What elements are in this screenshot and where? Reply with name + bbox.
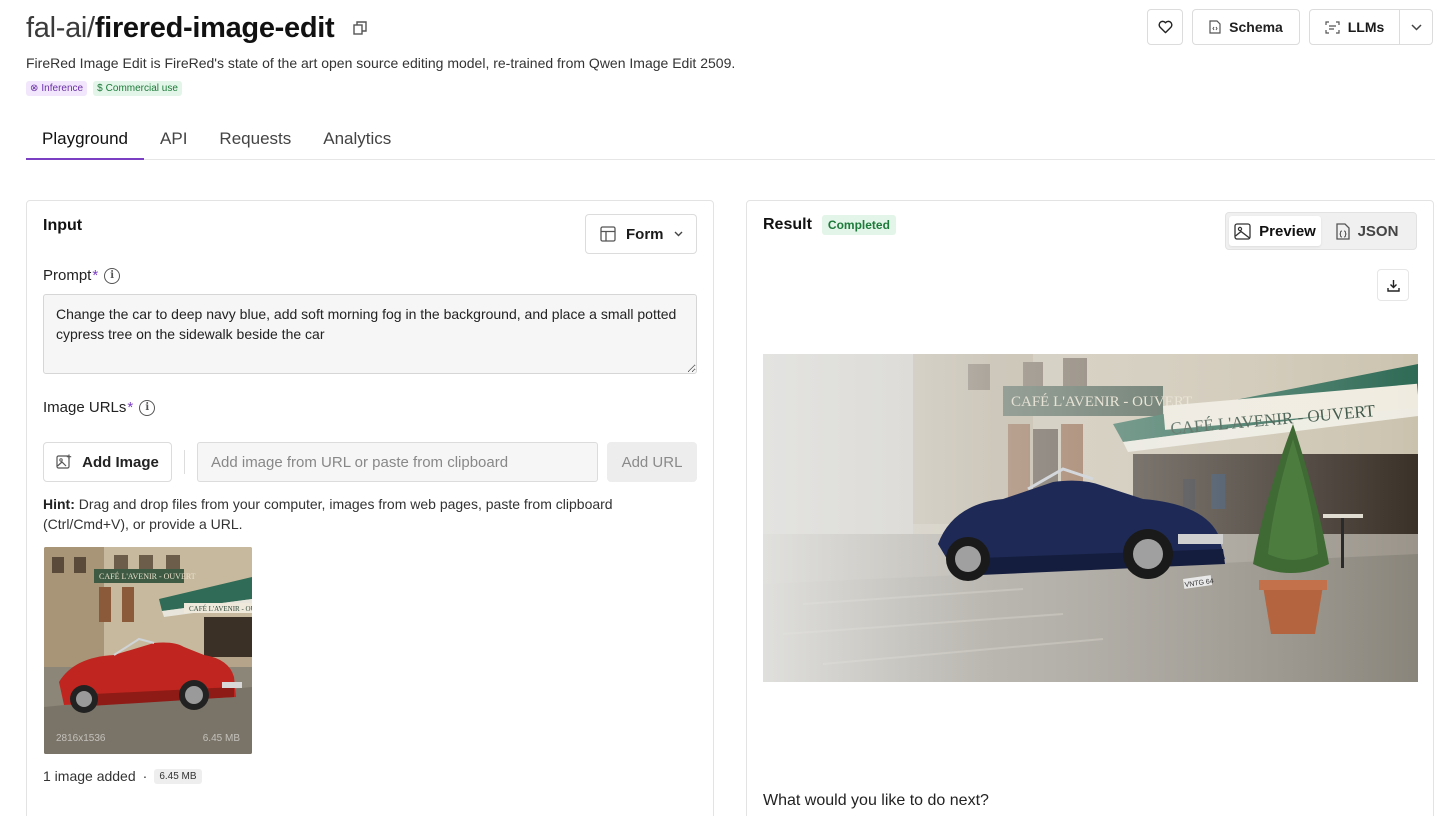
preview-tab[interactable]: Preview: [1229, 216, 1321, 246]
status-badge: Completed: [821, 215, 896, 235]
dollar-icon: $: [97, 83, 103, 94]
thumbnail-dimensions: 2816x1536: [56, 733, 106, 744]
images-added-summary: 1 image added · 6.45 MB: [43, 768, 202, 784]
model-name: firered-image-edit: [94, 11, 335, 44]
file-code-icon: [1209, 20, 1221, 34]
download-button[interactable]: [1377, 269, 1409, 301]
result-title: Result: [763, 216, 812, 233]
awning-sign: CAFÉ L'AVENIR - OUVERT: [189, 605, 252, 613]
chevron-down-icon: [674, 231, 682, 237]
chevron-down-icon: [1410, 23, 1422, 31]
inference-badge: ⊗ Inference: [26, 81, 88, 96]
prompt-label: Prompt * i: [43, 267, 121, 284]
input-panel: Input Form Prompt * i Change the car to d…: [26, 200, 714, 816]
image-icon: [1234, 222, 1251, 240]
result-panel: Result Completed Preview JSON VNTG 64 Wh…: [746, 200, 1434, 816]
tab-api[interactable]: API: [144, 119, 203, 160]
download-icon: [1386, 279, 1400, 292]
llms-button-group: LLMs: [1309, 9, 1433, 45]
llms-dropdown-button[interactable]: [1400, 10, 1432, 44]
heart-icon: [1158, 20, 1172, 34]
schema-button[interactable]: Schema: [1192, 9, 1300, 45]
favorite-button[interactable]: [1147, 9, 1183, 45]
tab-requests[interactable]: Requests: [203, 119, 307, 160]
separator-dot: ·: [142, 768, 148, 784]
total-size-badge: 6.45 MB: [154, 768, 202, 784]
llms-button[interactable]: LLMs: [1310, 10, 1400, 44]
result-view-toggle: Preview JSON: [1225, 212, 1417, 250]
next-action-prompt: What would you like to do next?: [763, 792, 989, 809]
tab-playground[interactable]: Playground: [26, 119, 145, 160]
image-urls-label: Image URLs * i: [43, 399, 156, 416]
info-icon[interactable]: i: [139, 399, 156, 416]
image-plus-icon: [56, 454, 72, 469]
scan-text-icon: [1325, 20, 1340, 34]
commercial-use-badge: $ Commercial use: [93, 81, 182, 96]
form-mode-select[interactable]: Form: [585, 214, 697, 254]
tab-analytics[interactable]: Analytics: [307, 119, 407, 160]
add-url-button[interactable]: Add URL: [607, 442, 697, 482]
prompt-input[interactable]: Change the car to deep navy blue, add so…: [43, 294, 697, 374]
thumbnail-size: 6.45 MB: [202, 733, 240, 744]
json-tab[interactable]: JSON: [1321, 216, 1413, 246]
upload-hint: Hint: Drag and drop files from your comp…: [43, 496, 613, 532]
result-image[interactable]: CAFÉ L'AVENIR - OUVERT CAFÉ L'AVENIR - O…: [763, 354, 1418, 682]
model-description: FireRed Image Edit is FireRed's state of…: [26, 55, 736, 71]
required-marker: *: [127, 399, 134, 416]
facade-sign: CAFÉ L'AVENIR - OUVERT: [99, 571, 196, 581]
model-owner: fal-ai/: [26, 11, 95, 44]
input-title: Input: [43, 217, 83, 234]
image-url-input[interactable]: Add image from URL or paste from clipboa…: [197, 442, 598, 482]
main-tabs: Playground API Requests Analytics: [26, 119, 1435, 160]
copy-icon[interactable]: [352, 20, 368, 36]
layout-icon: [600, 226, 616, 242]
divider: [184, 450, 185, 474]
info-icon[interactable]: i: [104, 267, 121, 284]
uploaded-image-thumbnail[interactable]: CAFÉ L'AVENIR - OUVERT CAFÉ L'AVENIR - O…: [44, 547, 252, 754]
required-marker: *: [92, 267, 99, 284]
inference-icon: ⊗: [30, 83, 39, 94]
file-json-icon: [1335, 222, 1350, 240]
add-image-button[interactable]: Add Image: [43, 442, 172, 482]
